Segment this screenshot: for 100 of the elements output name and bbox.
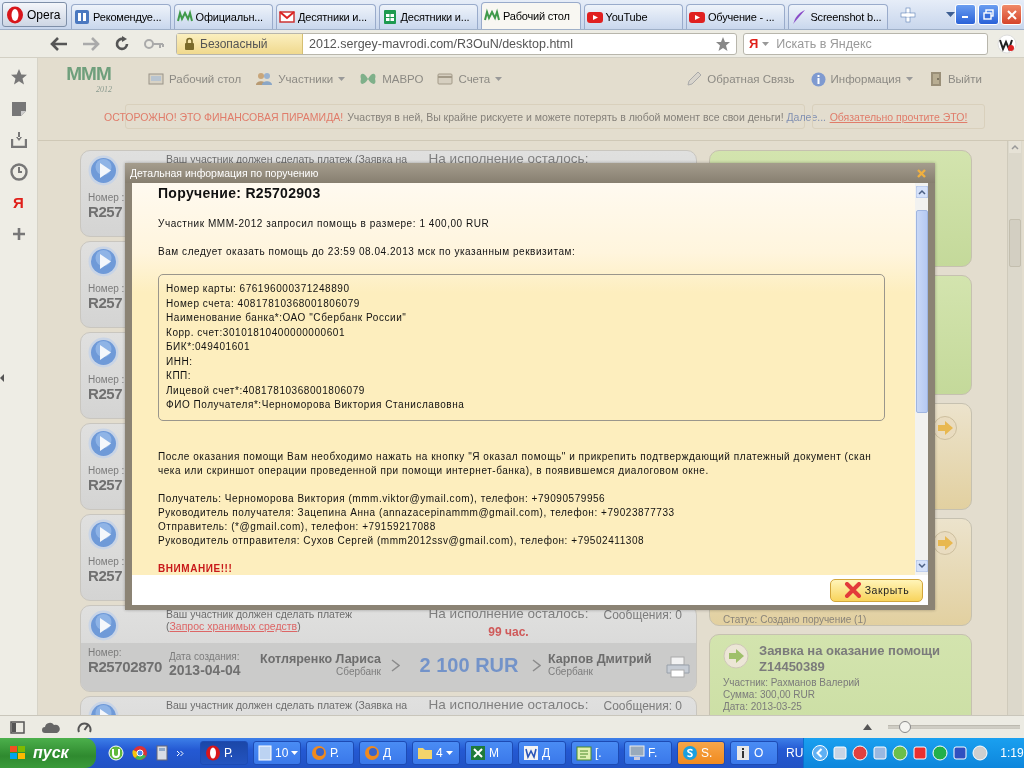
clock-icon[interactable] xyxy=(9,163,28,181)
address-field[interactable]: Безопасный 2012.sergey-mavrodi.com/R3OuN/desktop.html xyxy=(176,32,737,55)
calculator-icon[interactable] xyxy=(156,745,168,761)
order-number: R257 xyxy=(88,385,124,402)
tray-icon[interactable] xyxy=(852,745,869,761)
request-detail: Сумма: 300,00 RUR xyxy=(722,689,816,701)
reload-icon[interactable] xyxy=(114,35,130,52)
browser-tab[interactable]: Десятники и... xyxy=(276,4,376,29)
nav-link[interactable]: Обратная Связь xyxy=(686,71,795,87)
browser-icon[interactable] xyxy=(132,745,148,761)
close-button[interactable] xyxy=(1001,4,1022,25)
key-icon[interactable] xyxy=(144,38,164,49)
tray-icon[interactable] xyxy=(972,745,989,761)
spreadsheet-icon xyxy=(381,9,398,25)
notepad-icon xyxy=(576,745,592,761)
forward-icon[interactable] xyxy=(82,36,100,51)
tray-icon[interactable] xyxy=(832,745,849,761)
taskbar-button[interactable]: Д xyxy=(518,741,566,765)
chevron-icon xyxy=(531,659,541,672)
opera-menu-button[interactable]: Opera xyxy=(2,2,68,27)
nav-link[interactable]: Участники xyxy=(255,72,346,86)
taskbar-button[interactable]: 10 xyxy=(253,741,301,765)
document-icon xyxy=(258,745,272,761)
collapse-arrow-icon[interactable] xyxy=(0,374,4,382)
nav-link[interactable]: Счета xyxy=(437,72,503,86)
taskbar-button[interactable]: F. xyxy=(624,741,672,765)
close-dialog-button[interactable]: Закрыть xyxy=(830,578,923,602)
printer-icon[interactable] xyxy=(666,656,690,678)
cloud-icon[interactable] xyxy=(42,721,60,733)
requisite-line: Лицевой счет*:40817810368001806079 xyxy=(166,383,366,398)
order-status: Статус: Создано поручение (1) xyxy=(722,614,868,625)
tray-icon[interactable] xyxy=(932,745,949,761)
browser-tab[interactable]: Рекомендуе... xyxy=(71,4,171,29)
contact-line: Отправитель: (*@gmail.com), телефон: +79159217088 xyxy=(158,519,437,534)
document-icon xyxy=(523,745,539,761)
note-icon[interactable] xyxy=(10,101,27,117)
remaining-label: На исполнение осталось: xyxy=(428,151,589,166)
browser-tab[interactable]: Десятники и... xyxy=(378,4,478,29)
minimize-button[interactable] xyxy=(955,4,976,25)
slider-thumb[interactable] xyxy=(899,721,912,733)
more-link[interactable]: Далее... xyxy=(786,110,826,123)
dialog-scrollbar[interactable] xyxy=(915,183,928,575)
help-amount-text: Участник МММ-2012 запросил помощь в размере: 1 400,00 RUR xyxy=(158,217,491,231)
page-scrollbar[interactable] xyxy=(1007,141,1022,715)
taskbar-button[interactable]: М xyxy=(465,741,513,765)
scroll-up-icon[interactable] xyxy=(915,186,928,198)
zoom-up-icon[interactable] xyxy=(863,724,872,730)
browser-tab[interactable]: Обучение - ... xyxy=(686,4,786,29)
desk-icon xyxy=(148,72,164,86)
scrollbar-thumb[interactable] xyxy=(915,210,928,413)
tray-icon[interactable] xyxy=(912,745,929,761)
taskbar-button[interactable]: 4 xyxy=(412,741,460,765)
torrent-icon[interactable] xyxy=(108,745,124,761)
order-number: R257 xyxy=(88,294,124,311)
taskbar-button[interactable]: Р. xyxy=(200,741,248,765)
nav-link[interactable]: МАВРО xyxy=(359,72,424,86)
taskbar-button[interactable]: О xyxy=(730,741,778,765)
add-icon[interactable] xyxy=(11,227,26,241)
browser-tab[interactable]: Официальн... xyxy=(173,4,274,29)
show-hidden-icon[interactable] xyxy=(812,745,829,761)
logo-year: 2012 xyxy=(96,85,112,94)
play-icon xyxy=(88,337,119,368)
taskbar-button[interactable]: Р. xyxy=(306,741,354,765)
panel-toggle-icon[interactable] xyxy=(10,720,25,734)
tray-icon[interactable] xyxy=(872,745,889,761)
taskbar-button[interactable]: Д xyxy=(359,741,407,765)
extension-icon[interactable] xyxy=(997,33,1017,54)
browser-tab[interactable]: Screenshot b... xyxy=(788,4,888,29)
bookmark-star-icon[interactable] xyxy=(715,35,731,52)
scrollbar-thumb[interactable] xyxy=(1009,219,1021,267)
payer-bank: Сбербанк xyxy=(336,666,381,677)
star-icon[interactable] xyxy=(9,68,28,86)
payer-name: Котляренко Лариса xyxy=(260,652,381,666)
scroll-down-icon[interactable] xyxy=(915,560,928,572)
back-icon[interactable] xyxy=(50,36,68,51)
nav-link[interactable]: Выйти xyxy=(928,71,982,87)
browser-tab[interactable]: Рабочий стол xyxy=(481,2,581,29)
tray-icon[interactable] xyxy=(892,745,909,761)
nav-link[interactable]: Информация xyxy=(810,71,913,87)
tray-icon[interactable] xyxy=(952,745,969,761)
notice-link[interactable]: Обязательно прочтите ЭТО! xyxy=(829,110,968,123)
search-engine-button[interactable]: Я xyxy=(744,36,775,51)
restore-button[interactable] xyxy=(978,4,999,25)
browser-tab[interactable]: YouTube xyxy=(583,4,683,29)
start-button[interactable]: пуск xyxy=(0,738,96,768)
order-number: R257 xyxy=(88,476,124,493)
order-note: Ваш участник должен сделать платеж (Заявка на xyxy=(166,152,409,165)
nav-link[interactable]: Рабочий стол xyxy=(148,72,242,86)
search-field[interactable]: Я Искать в Яндекс xyxy=(743,32,988,55)
requisite-line: Номер карты: 676196000371248890 xyxy=(166,282,351,296)
security-badge[interactable]: Безопасный xyxy=(177,33,303,54)
requisite-line: Номер счета: 40817810368001806079 xyxy=(166,296,361,311)
more-icon[interactable] xyxy=(176,749,184,757)
language-indicator[interactable]: RU xyxy=(786,746,804,760)
taskbar-button[interactable]: [. xyxy=(571,741,619,765)
gauge-icon[interactable] xyxy=(77,720,92,734)
yandex-logo[interactable]: Я xyxy=(13,194,24,212)
taskbar-button[interactable]: S. xyxy=(677,741,725,765)
tab-menu-icon[interactable] xyxy=(945,12,955,17)
download-icon[interactable] xyxy=(10,132,27,148)
